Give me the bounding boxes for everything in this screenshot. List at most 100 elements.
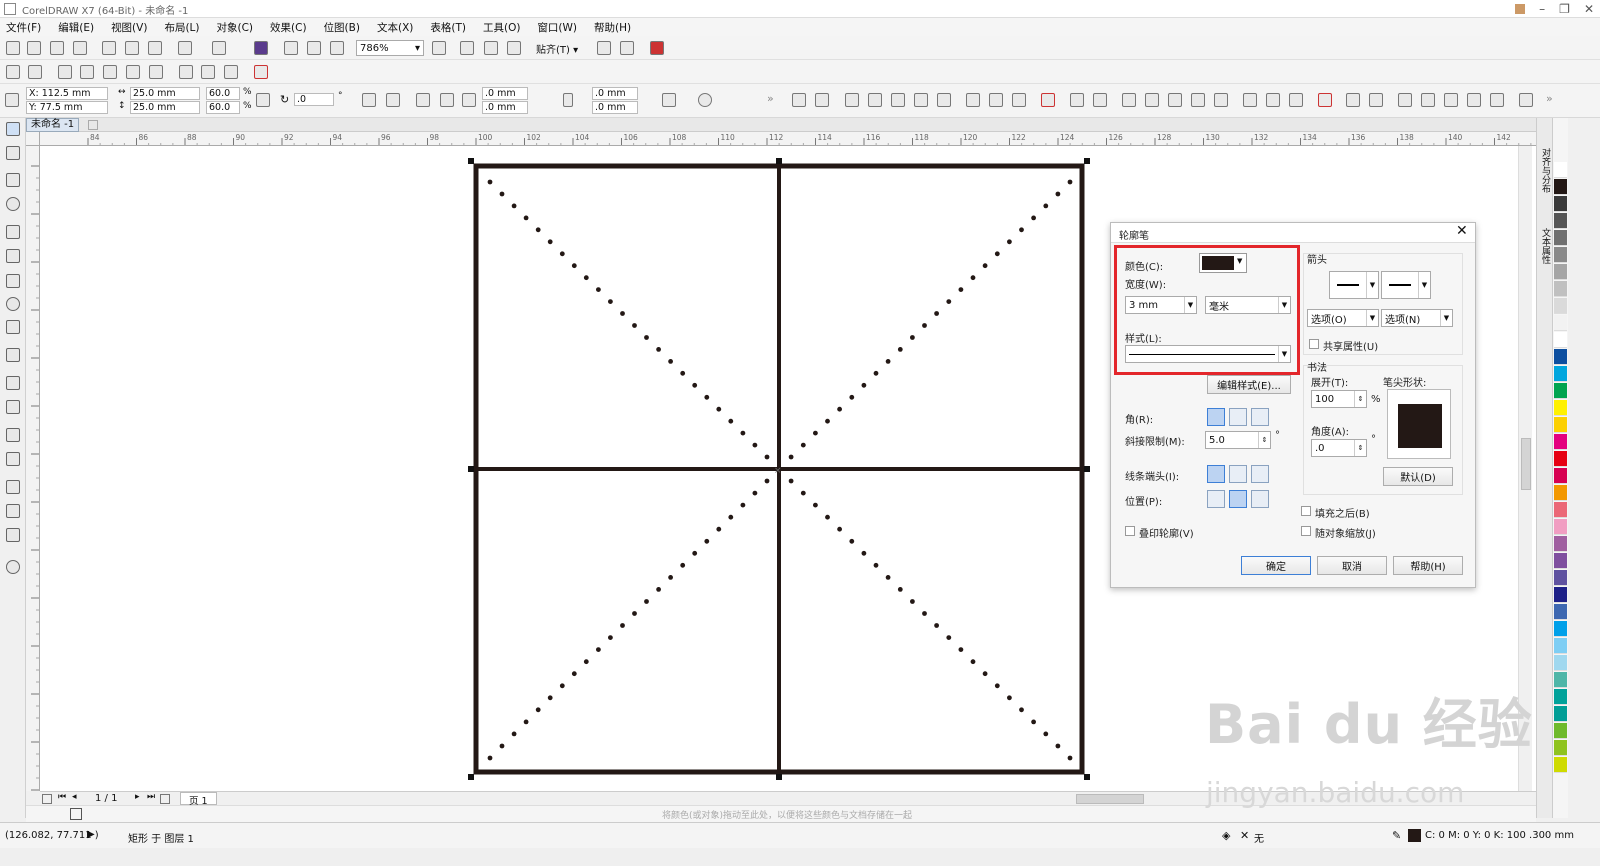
color-swatch[interactable] xyxy=(1554,723,1567,739)
align-tool-icon[interactable] xyxy=(845,93,859,107)
align-tool-icon[interactable] xyxy=(28,65,42,79)
color-swatch[interactable] xyxy=(1554,757,1567,773)
color-swatch[interactable] xyxy=(1554,553,1567,569)
color-swatch[interactable] xyxy=(1554,621,1567,637)
handle-bm[interactable] xyxy=(776,774,782,780)
edit-style-button[interactable]: 编辑样式(E)... xyxy=(1207,375,1291,394)
align-tool-icon[interactable] xyxy=(937,93,951,107)
rectangle-tool-icon[interactable] xyxy=(6,274,20,288)
stretch-input[interactable]: 100 ⇕ xyxy=(1311,390,1367,408)
share-attributes-checkbox[interactable] xyxy=(1309,339,1319,349)
ok-button[interactable]: 确定 xyxy=(1241,556,1311,575)
align-tool-icon[interactable] xyxy=(179,65,193,79)
interactive-fill-icon[interactable] xyxy=(6,504,20,518)
corner-miter-icon[interactable] xyxy=(1207,408,1225,426)
color-swatch[interactable] xyxy=(1554,536,1567,552)
angle-input[interactable]: .0 ⇕ xyxy=(1311,439,1367,457)
color-swatch[interactable] xyxy=(1554,502,1567,518)
snap-to-menu[interactable]: 贴齐(T) ▾ xyxy=(536,41,578,56)
corner-radius-bl[interactable]: .0 mm xyxy=(482,101,528,114)
align-tool-icon[interactable] xyxy=(1093,93,1107,107)
align-tool-icon[interactable] xyxy=(1519,93,1533,107)
corel-connect-icon[interactable] xyxy=(254,41,268,55)
menu-layout[interactable]: 布局(L) xyxy=(164,20,199,35)
align-tool-icon[interactable] xyxy=(1369,93,1383,107)
color-swatch[interactable] xyxy=(1554,689,1567,705)
rotation-field[interactable]: .0 xyxy=(294,93,334,106)
shape-tool-icon[interactable] xyxy=(6,146,20,160)
color-swatch[interactable] xyxy=(1554,672,1567,688)
align-tool-icon[interactable] xyxy=(1346,93,1360,107)
width-field[interactable]: 25.0 mm xyxy=(130,87,200,100)
align-tool-icon[interactable] xyxy=(989,93,1003,107)
color-swatch[interactable] xyxy=(1554,706,1567,722)
handle-bl[interactable] xyxy=(468,774,474,780)
add-tool-icon[interactable] xyxy=(6,560,20,574)
color-swatch[interactable] xyxy=(1554,230,1567,246)
application-launcher-icon[interactable] xyxy=(620,41,634,55)
align-tool-icon[interactable] xyxy=(891,93,905,107)
align-tool-icon[interactable] xyxy=(1289,93,1303,107)
y-position-field[interactable]: Y: 77.5 mm xyxy=(26,101,108,114)
save-icon[interactable] xyxy=(50,41,64,55)
page-add-icon[interactable] xyxy=(160,794,170,804)
lock-ratio-icon[interactable] xyxy=(256,93,270,107)
align-tool-icon[interactable] xyxy=(1070,93,1084,107)
freehand-tool-icon[interactable] xyxy=(6,225,20,239)
relative-corner-icon[interactable] xyxy=(662,93,676,107)
ellipse-tool-icon[interactable] xyxy=(6,297,20,311)
menu-tools[interactable]: 工具(O) xyxy=(483,20,520,35)
align-tool-icon[interactable] xyxy=(1191,93,1205,107)
align-tool-icon[interactable] xyxy=(868,93,882,107)
color-swatch[interactable] xyxy=(1554,179,1567,195)
close-window-icon[interactable]: ✕ xyxy=(1584,2,1594,16)
color-swatch[interactable] xyxy=(1554,213,1567,229)
menu-help[interactable]: 帮助(H) xyxy=(594,20,631,35)
corner-radius-tr[interactable]: .0 mm xyxy=(592,87,638,100)
menu-file[interactable]: 文件(F) xyxy=(6,20,41,35)
align-tool-icon[interactable] xyxy=(201,65,215,79)
color-swatch[interactable] xyxy=(1554,366,1567,382)
mirror-v-icon[interactable] xyxy=(386,93,400,107)
behind-fill-checkbox[interactable] xyxy=(1301,506,1311,516)
copy-icon[interactable] xyxy=(125,41,139,55)
align-tool-icon[interactable] xyxy=(1214,93,1228,107)
color-swatch[interactable] xyxy=(1554,604,1567,620)
corner-bevel-icon[interactable] xyxy=(1251,408,1269,426)
color-swatch[interactable] xyxy=(1554,298,1567,314)
next-page-icon[interactable]: ▸ xyxy=(135,792,140,802)
round-corner-icon[interactable] xyxy=(416,93,430,107)
connector-tool-icon[interactable] xyxy=(6,400,20,414)
prev-page-icon[interactable]: ◂ xyxy=(72,792,77,802)
publish-pdf-icon[interactable] xyxy=(330,41,344,55)
add-page-icon[interactable] xyxy=(42,794,52,804)
options-icon[interactable] xyxy=(597,41,611,55)
end-arrow-options[interactable]: 选项(N) ▼ xyxy=(1381,309,1453,327)
align-tool-icon[interactable] xyxy=(254,65,268,79)
cancel-button[interactable]: 取消 xyxy=(1317,556,1387,575)
scale-y-field[interactable]: 60.0 xyxy=(206,101,240,114)
handle-tr[interactable] xyxy=(1084,158,1090,164)
overprint-checkbox[interactable] xyxy=(1125,526,1135,536)
table-tool-icon[interactable] xyxy=(6,348,20,362)
play-icon[interactable]: ▶ xyxy=(87,829,95,840)
color-swatch[interactable] xyxy=(1554,264,1567,280)
eyedropper-icon[interactable] xyxy=(6,480,20,494)
cap-round-icon[interactable] xyxy=(1229,465,1247,483)
menu-window[interactable]: 窗口(W) xyxy=(537,20,577,35)
menu-object[interactable]: 对象(C) xyxy=(217,20,254,35)
more-tools-icon[interactable]: » xyxy=(767,92,774,105)
align-tool-icon[interactable] xyxy=(103,65,117,79)
user-icon[interactable] xyxy=(1515,4,1526,14)
align-tool-icon[interactable] xyxy=(1266,93,1280,107)
color-swatch[interactable] xyxy=(1554,417,1567,433)
last-page-icon[interactable]: ⏭ xyxy=(147,792,155,802)
menu-bitmaps[interactable]: 位图(B) xyxy=(324,20,360,35)
handle-br[interactable] xyxy=(1084,774,1090,780)
nib-shape-preview[interactable] xyxy=(1387,389,1451,459)
align-tool-icon[interactable] xyxy=(6,65,20,79)
monitor-icon[interactable] xyxy=(650,41,664,55)
lock-corners-icon[interactable] xyxy=(563,93,573,107)
handle-ml[interactable] xyxy=(468,466,474,472)
align-tool-icon[interactable] xyxy=(815,93,829,107)
